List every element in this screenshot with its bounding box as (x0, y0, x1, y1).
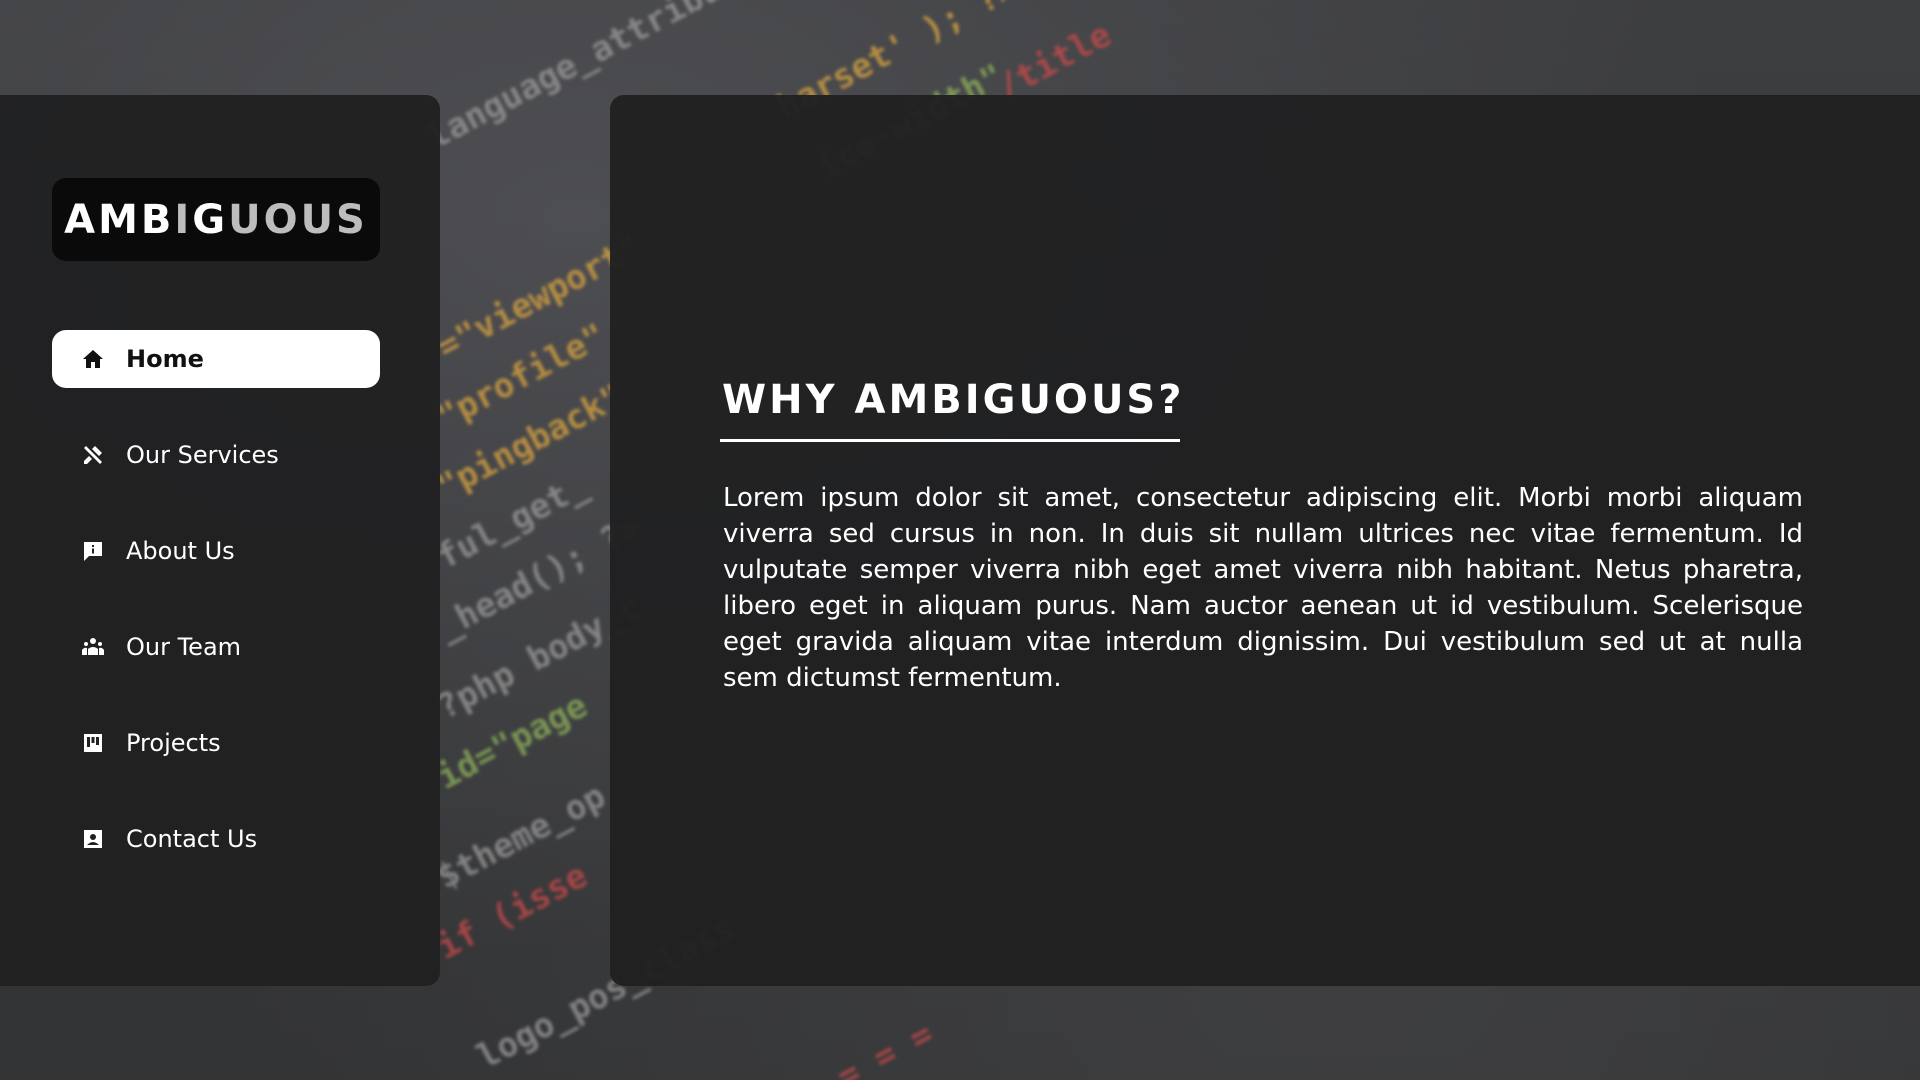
nav-item-label: Home (126, 345, 204, 373)
tools-icon (80, 442, 106, 468)
nav-item-label: About Us (126, 537, 235, 565)
nav-item-label: Our Services (126, 441, 279, 469)
nav-item-about-us[interactable]: About Us (52, 522, 380, 580)
main-nav: Home Our Services About Us Our Team Proj… (52, 330, 380, 906)
brand-name-part3: G (192, 196, 229, 243)
section-body-text: Lorem ipsum dolor sit amet, consectetur … (723, 483, 1803, 693)
nav-item-home[interactable]: Home (52, 330, 380, 388)
nav-item-label: Our Team (126, 633, 242, 661)
home-icon (80, 346, 106, 372)
team-icon (80, 634, 106, 660)
brand-logo[interactable]: AMB I G UOUS (52, 178, 380, 261)
nav-item-label: Projects (126, 729, 221, 757)
brand-name-part2: I (174, 196, 193, 243)
main-content: WHY AMBIGUOUS? Lorem ipsum dolor sit ame… (610, 95, 1920, 986)
info-icon (80, 538, 106, 564)
nav-item-our-services[interactable]: Our Services (52, 426, 380, 484)
nav-item-our-team[interactable]: Our Team (52, 618, 380, 676)
contact-icon (80, 826, 106, 852)
nav-item-projects[interactable]: Projects (52, 714, 380, 772)
brand-name-part4: UOUS (228, 196, 368, 243)
nav-item-contact-us[interactable]: Contact Us (52, 810, 380, 868)
section-heading: WHY AMBIGUOUS? (722, 377, 1185, 423)
brand-name-part1: AMB (64, 196, 175, 243)
sidebar: AMB I G UOUS Home Our Services About Us Our… (0, 95, 440, 986)
nav-item-label: Contact Us (126, 825, 258, 853)
heading-underline (720, 439, 1180, 442)
projects-icon (80, 730, 106, 756)
